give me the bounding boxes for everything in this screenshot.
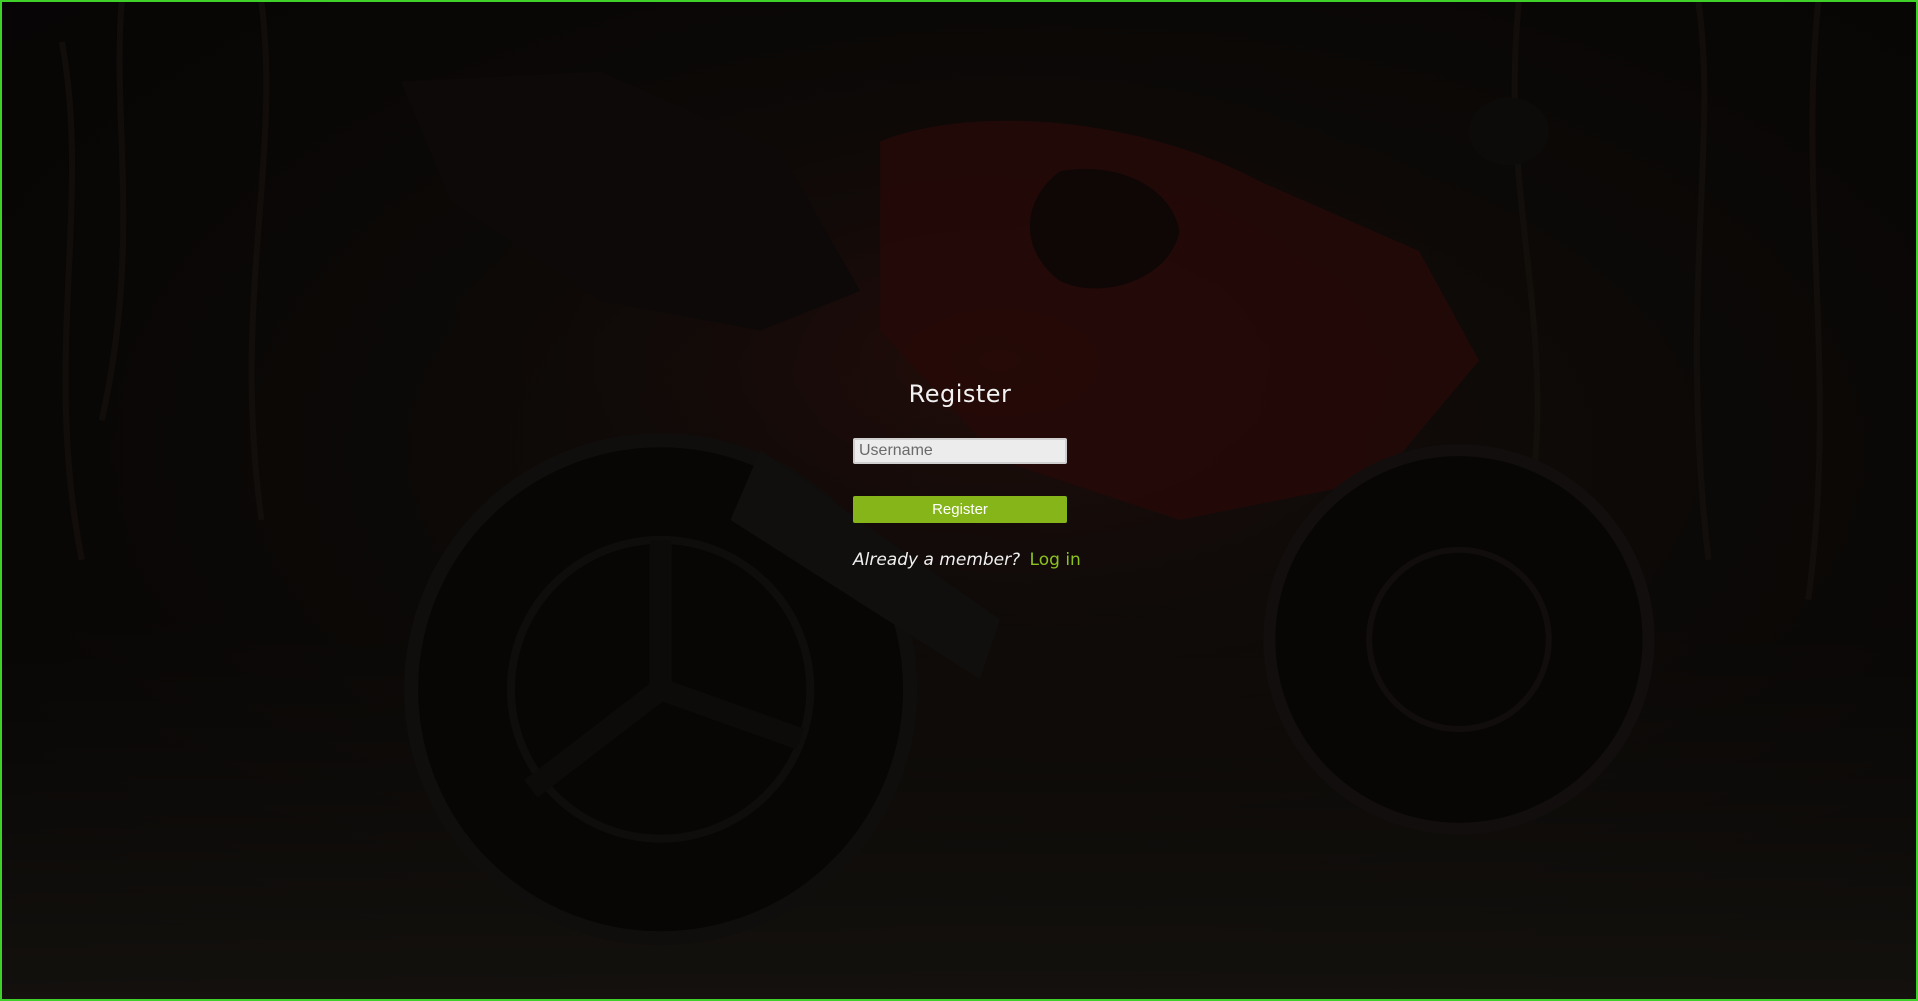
register-form: Register Register Already a member? Log … (853, 380, 1081, 570)
page: Register Register Already a member? Log … (0, 0, 1918, 1001)
register-button[interactable]: Register (853, 496, 1067, 523)
login-link[interactable]: Log in (1030, 550, 1081, 570)
member-prompt-text: Already a member? (853, 550, 1021, 570)
username-input[interactable] (853, 438, 1067, 464)
login-prompt: Already a member? Log in (853, 550, 1081, 570)
form-title: Register (908, 380, 1012, 408)
